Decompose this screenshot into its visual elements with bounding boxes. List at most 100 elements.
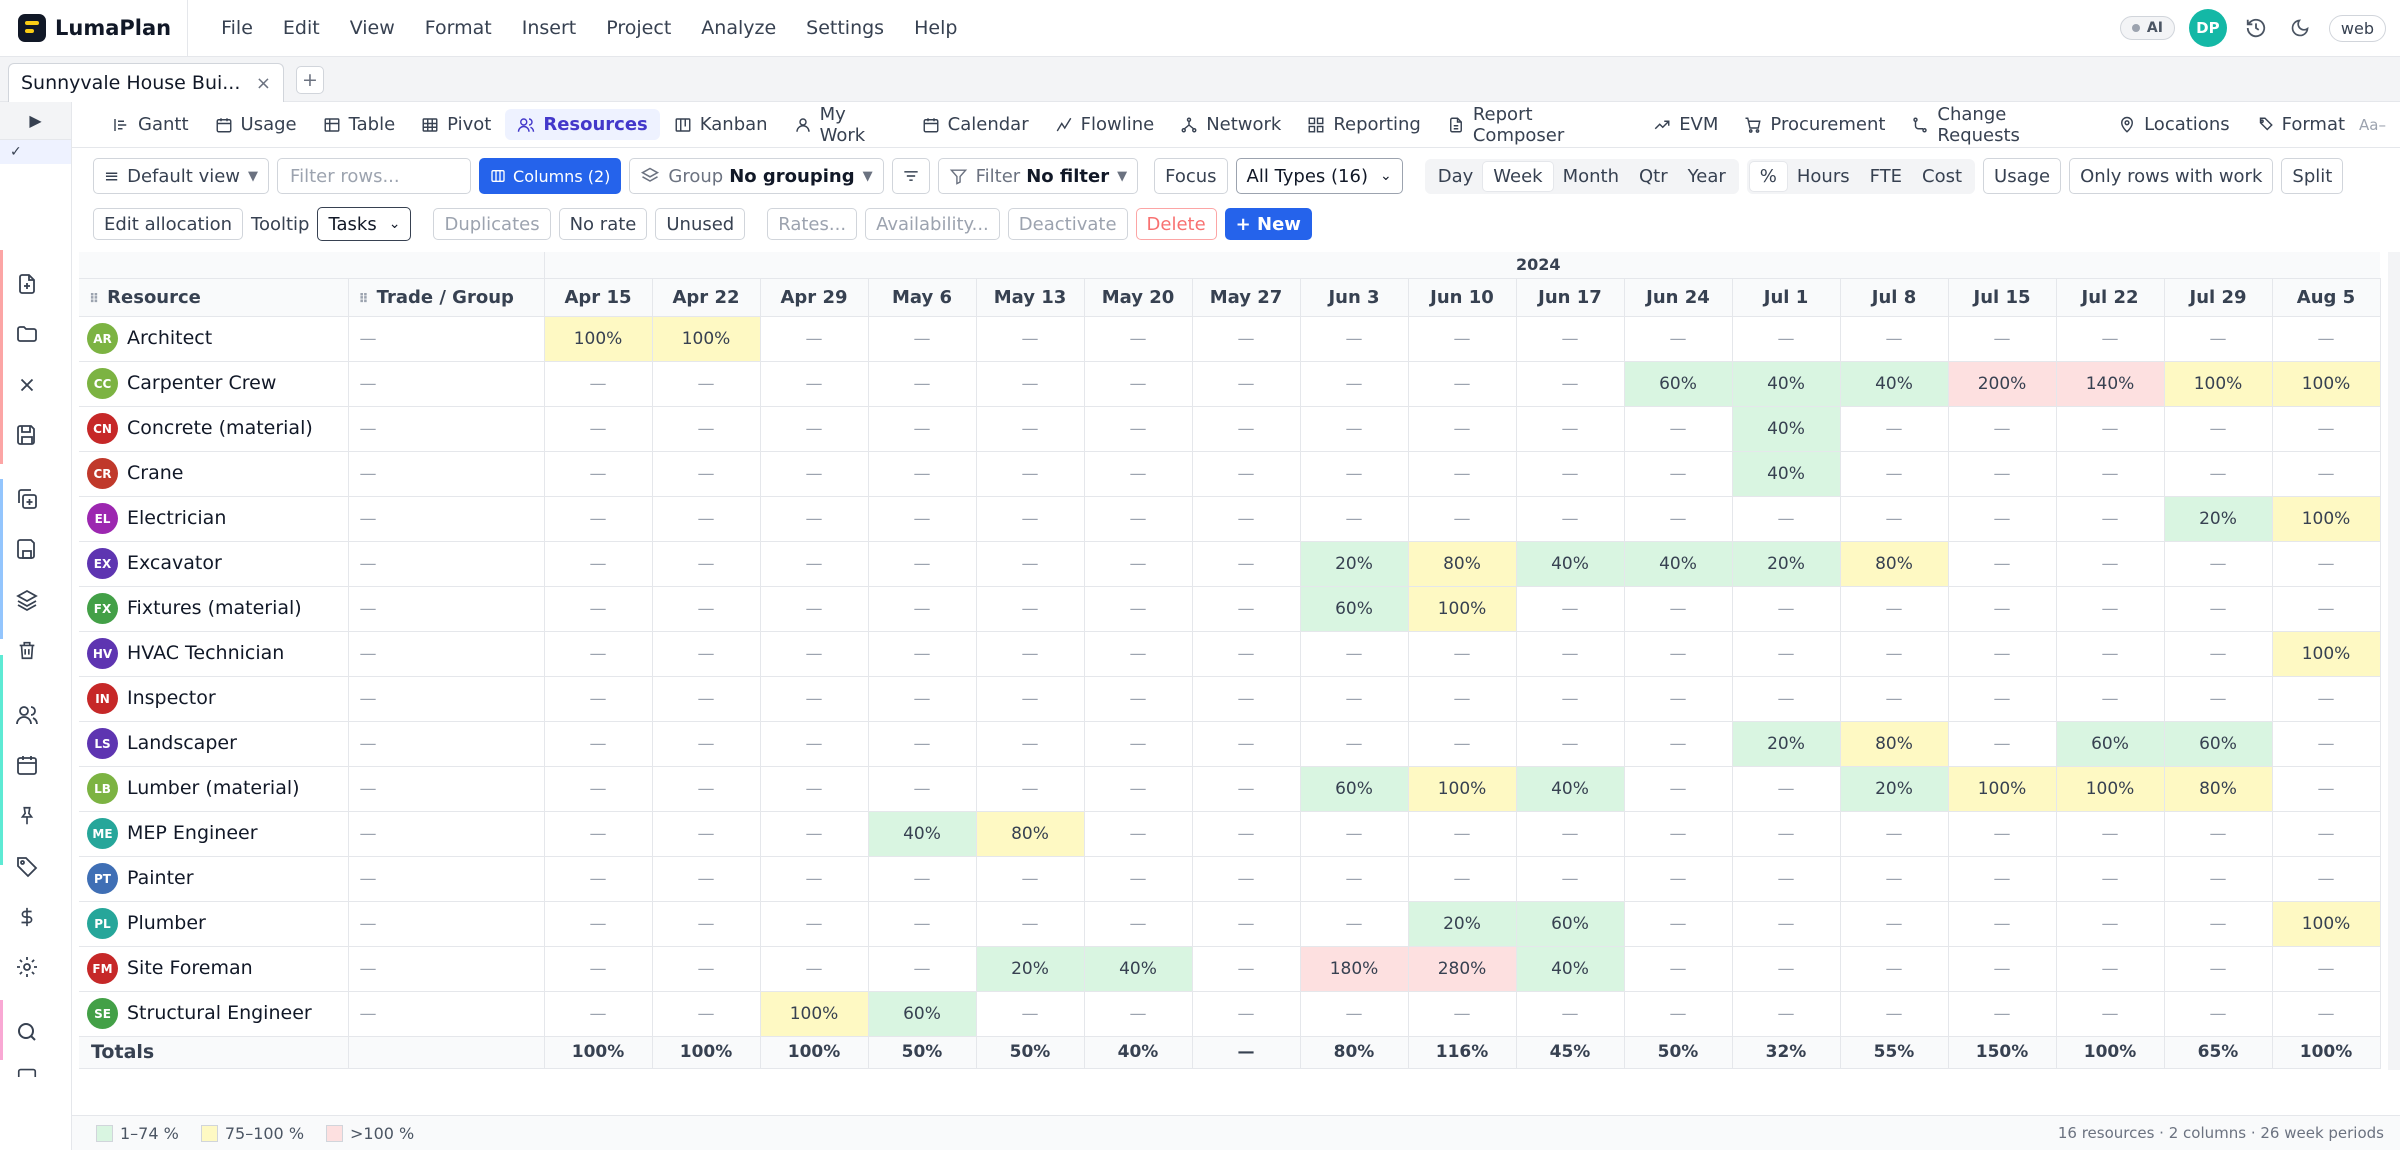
allocation-cell[interactable]: — xyxy=(2056,946,2165,992)
menu-settings[interactable]: Settings xyxy=(791,17,899,39)
week-header[interactable]: Jul 1 xyxy=(1732,278,1841,317)
default-view-dropdown[interactable]: ≡ Default view ▼ xyxy=(93,158,270,194)
drag-grip-icon[interactable]: ⠿ xyxy=(89,292,99,307)
allocation-cell[interactable]: — xyxy=(1948,496,2057,542)
allocation-cell[interactable]: — xyxy=(976,901,1085,947)
allocation-cell[interactable]: — xyxy=(2272,676,2381,722)
close-tab-icon[interactable]: × xyxy=(256,73,271,94)
allocation-cell[interactable]: — xyxy=(1084,991,1193,1037)
allocation-cell[interactable]: — xyxy=(1624,316,1733,362)
layers-icon[interactable] xyxy=(10,583,44,617)
allocation-cell[interactable]: 40% xyxy=(1516,766,1625,812)
allocation-cell[interactable]: — xyxy=(1624,406,1733,452)
allocation-cell[interactable]: — xyxy=(760,316,869,362)
table-row[interactable]: PT Painter — — — — — — — — — — — — — — — — — — xyxy=(79,856,2381,902)
allocation-cell[interactable]: — xyxy=(2164,676,2273,722)
allocation-cell[interactable]: — xyxy=(868,901,977,947)
allocation-cell[interactable]: — xyxy=(1948,946,2057,992)
allocation-cell[interactable]: — xyxy=(760,451,869,497)
allocation-cell[interactable]: — xyxy=(976,406,1085,452)
allocation-cell[interactable]: — xyxy=(1732,496,1841,542)
allocation-cell[interactable]: 40% xyxy=(1624,541,1733,587)
allocation-cell[interactable]: — xyxy=(1192,631,1301,677)
allocation-cell[interactable]: — xyxy=(2272,856,2381,902)
allocation-cell[interactable]: — xyxy=(760,676,869,722)
drag-grip-icon[interactable]: ⠿ xyxy=(359,292,369,307)
allocation-cell[interactable]: 100% xyxy=(1408,766,1517,812)
allocation-cell[interactable]: — xyxy=(1840,586,1949,632)
allocation-cell[interactable]: — xyxy=(1948,541,2057,587)
allocation-cell[interactable]: — xyxy=(1840,676,1949,722)
allocation-cell[interactable]: — xyxy=(652,361,761,407)
allocation-cell[interactable]: 60% xyxy=(1624,361,1733,407)
allocation-cell[interactable]: — xyxy=(1624,451,1733,497)
allocation-cell[interactable]: 40% xyxy=(1516,541,1625,587)
allocation-cell[interactable]: 100% xyxy=(2056,766,2165,812)
allocation-cell[interactable]: — xyxy=(868,766,977,812)
allocation-cell[interactable]: — xyxy=(2056,451,2165,497)
right-scroll-strip[interactable] xyxy=(2388,252,2400,1070)
allocation-cell[interactable]: — xyxy=(1948,676,2057,722)
allocation-cell[interactable]: — xyxy=(1732,811,1841,857)
allocation-cell[interactable]: — xyxy=(2164,946,2273,992)
table-row[interactable]: CR Crane — — — — — — — — — — — —40% — — — — — xyxy=(79,451,2381,497)
allocation-cell[interactable]: — xyxy=(1948,406,2057,452)
save-icon[interactable] xyxy=(10,418,44,452)
week-header[interactable]: Aug 5 xyxy=(2272,278,2381,317)
rail-check[interactable]: ✓ xyxy=(0,140,71,164)
allocation-cell[interactable]: — xyxy=(652,496,761,542)
resource-name-cell[interactable]: CC Carpenter Crew xyxy=(79,361,349,407)
allocation-cell[interactable]: — xyxy=(1300,451,1409,497)
columns-button[interactable]: Columns (2) xyxy=(479,158,622,194)
allocation-cell[interactable]: — xyxy=(1624,991,1733,1037)
resource-name-cell[interactable]: LB Lumber (material) xyxy=(79,766,349,812)
availability-button[interactable]: Availability... xyxy=(865,208,1000,240)
allocation-cell[interactable]: 200% xyxy=(1948,361,2057,407)
allocation-cell[interactable]: — xyxy=(1624,721,1733,767)
allocation-cell[interactable]: — xyxy=(2056,631,2165,677)
allocation-cell[interactable]: — xyxy=(1624,496,1733,542)
allocation-cell[interactable]: — xyxy=(1084,811,1193,857)
allocation-cell[interactable]: — xyxy=(868,676,977,722)
unit-hours[interactable]: Hours xyxy=(1787,162,1860,191)
allocation-cell[interactable]: — xyxy=(544,721,653,767)
allocation-cell[interactable]: — xyxy=(868,946,977,992)
allocation-cell[interactable]: — xyxy=(1192,451,1301,497)
allocation-cell[interactable]: — xyxy=(1300,901,1409,947)
allocation-cell[interactable]: — xyxy=(976,631,1085,677)
allocation-cell[interactable]: — xyxy=(2272,946,2381,992)
allocation-cell[interactable]: — xyxy=(652,856,761,902)
allocation-cell[interactable]: — xyxy=(2272,586,2381,632)
trade-cell[interactable]: — xyxy=(348,541,545,587)
week-header[interactable]: Jul 29 xyxy=(2164,278,2273,317)
table-row[interactable]: PL Plumber — — — — — — — — —20% 60% — — — — — —100% xyxy=(79,901,2381,947)
allocation-cell[interactable]: — xyxy=(1408,721,1517,767)
allocation-cell[interactable]: — xyxy=(1084,316,1193,362)
allocation-cell[interactable]: 60% xyxy=(2164,721,2273,767)
allocation-cell[interactable]: — xyxy=(976,721,1085,767)
allocation-cell[interactable]: — xyxy=(2272,316,2381,362)
allocation-cell[interactable]: — xyxy=(868,316,977,362)
allocation-cell[interactable]: 60% xyxy=(1516,901,1625,947)
allocation-cell[interactable]: — xyxy=(2272,811,2381,857)
allocation-cell[interactable]: 100% xyxy=(760,991,869,1037)
allocation-cell[interactable]: — xyxy=(1948,586,2057,632)
unit-cost[interactable]: Cost xyxy=(1912,162,1972,191)
allocation-cell[interactable]: — xyxy=(760,496,869,542)
allocation-cell[interactable]: — xyxy=(1084,496,1193,542)
allocation-cell[interactable]: — xyxy=(652,451,761,497)
allocation-cell[interactable]: 20% xyxy=(976,946,1085,992)
allocation-cell[interactable]: — xyxy=(976,361,1085,407)
new-file-icon[interactable] xyxy=(10,267,44,301)
allocation-cell[interactable]: — xyxy=(1516,316,1625,362)
allocation-cell[interactable]: — xyxy=(1408,316,1517,362)
allocation-cell[interactable]: — xyxy=(1084,586,1193,632)
allocation-cell[interactable]: — xyxy=(1948,811,2057,857)
allocation-cell[interactable]: — xyxy=(1624,946,1733,992)
unused-button[interactable]: Unused xyxy=(655,208,746,240)
allocation-cell[interactable]: — xyxy=(1084,406,1193,452)
week-header[interactable]: Jun 10 xyxy=(1408,278,1517,317)
allocation-cell[interactable]: — xyxy=(2272,406,2381,452)
allocation-cell[interactable]: — xyxy=(1192,496,1301,542)
close-file-icon[interactable] xyxy=(10,368,44,402)
